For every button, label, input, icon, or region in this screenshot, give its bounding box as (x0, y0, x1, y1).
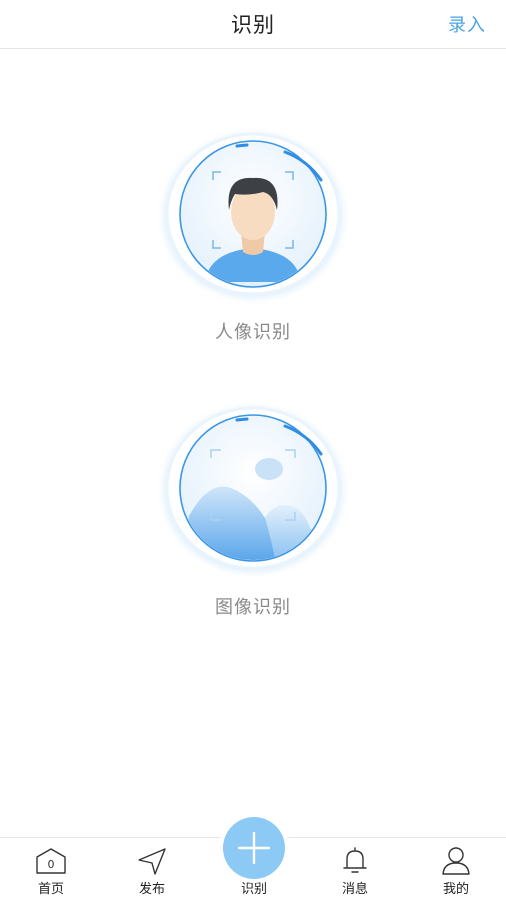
fab-circle (223, 817, 285, 879)
send-icon (138, 848, 166, 875)
tab-me[interactable]: 我的 (416, 838, 496, 900)
tab-publish[interactable]: 发布 (112, 838, 192, 900)
face-recognition-button[interactable] (153, 114, 353, 314)
tab-home-label: 首页 (37, 882, 64, 897)
bell-icon (343, 847, 367, 873)
home-icon: 0 (36, 848, 66, 874)
enroll-button[interactable]: 录入 (448, 11, 486, 37)
image-recognition-icon (155, 400, 351, 580)
face-recognition-label: 人像识别 (215, 322, 291, 343)
page-title: 识别 (231, 13, 275, 37)
face-recognition-icon (155, 126, 351, 306)
recognize-fab-button[interactable] (219, 813, 289, 883)
plus-icon (237, 831, 271, 865)
tab-me-label: 我的 (442, 882, 469, 897)
top-bar: 识别 录入 (0, 0, 506, 49)
home-badge: 0 (48, 858, 55, 871)
image-recognition-label: 图像识别 (215, 597, 291, 618)
image-recognition-button[interactable] (153, 388, 353, 588)
tab-publish-label: 发布 (138, 882, 165, 897)
tab-messages[interactable]: 消息 (315, 838, 395, 900)
tab-messages-label: 消息 (341, 882, 368, 897)
user-icon (442, 847, 470, 875)
tab-home[interactable]: 0 首页 (11, 838, 91, 900)
